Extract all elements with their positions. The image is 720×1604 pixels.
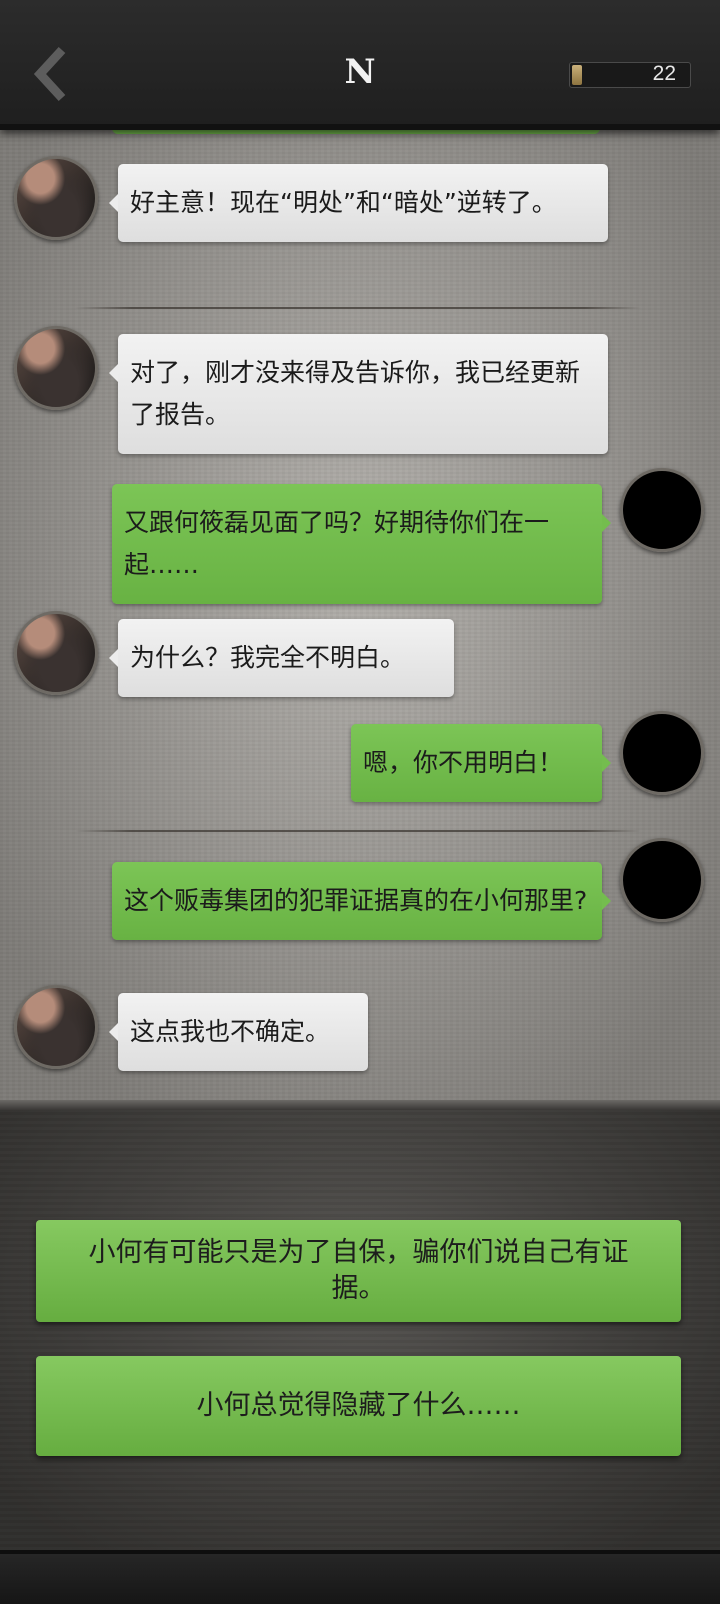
reply-option-1[interactable]: 小何有可能只是为了自保，骗你们说自己有证据。 [36,1220,681,1322]
chat-panel-edge [0,1100,720,1110]
outgoing-message-bubble: 又跟何筱磊见面了吗？好期待你们在一起…… [112,484,611,604]
incoming-message-bubble: 对了，刚才没来得及告诉你，我已经更新了报告。 [109,334,608,454]
player-avatar[interactable] [620,711,704,795]
chat-area[interactable]: 好主意！现在“明处”和“暗处”逆转了。 对了，刚才没来得及告诉你，我已经更新了报… [0,124,720,1106]
outgoing-message-bubble: 这个贩毒集团的犯罪证据真的在小何那里? [112,862,611,940]
currency-counter[interactable]: 22 [569,62,691,88]
section-divider [75,307,641,309]
incoming-message-bubble: 这点我也不确定。 [109,993,368,1071]
incoming-message-bubble: 为什么？我完全不明白。 [109,619,454,697]
reply-choices-panel: 小何有可能只是为了自保，骗你们说自己有证据。 小何总觉得隐藏了什么…… [0,1108,720,1550]
bottom-bar [0,1550,720,1604]
incoming-message-bubble: 好主意！现在“明处”和“暗处”逆转了。 [109,164,608,242]
reply-option-2[interactable]: 小何总觉得隐藏了什么…… [36,1356,681,1456]
counter-value: 22 [652,62,676,85]
top-bar: N 22 [0,0,720,130]
contact-avatar[interactable] [14,985,98,1069]
section-divider [75,830,641,832]
contact-avatar[interactable] [14,156,98,240]
contact-avatar[interactable] [14,326,98,410]
outgoing-message-bubble: 嗯，你不用明白！ [351,724,611,802]
player-avatar[interactable] [620,468,704,552]
player-avatar[interactable] [620,838,704,922]
contact-avatar[interactable] [14,611,98,695]
